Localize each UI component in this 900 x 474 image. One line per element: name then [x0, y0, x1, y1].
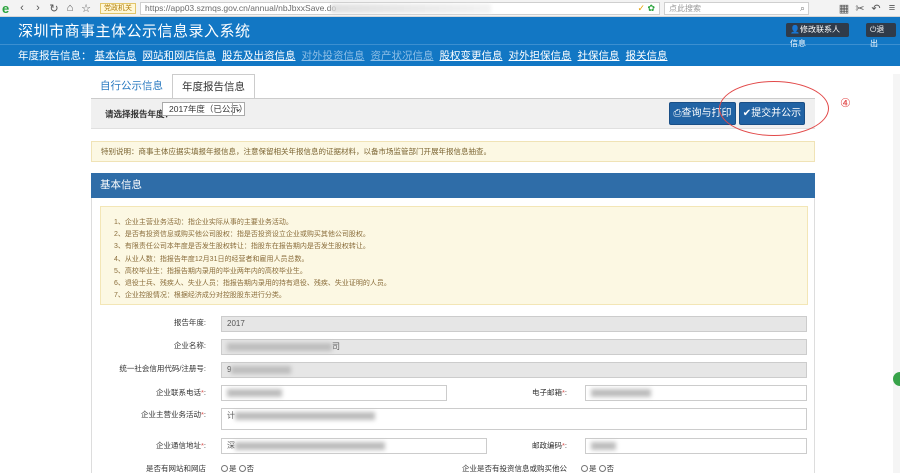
browser-toolbar: e ‹ › ↻ ⌂ ☆ 党政机关 https://app03.szmqs.gov…	[0, 0, 900, 17]
notes-box: 1、企业主营业务活动：指企业实际从事的主要业务活动。 2、是否有投资信息或购买他…	[100, 206, 808, 305]
email-input[interactable]	[585, 385, 807, 401]
company-name-label: 企业名称:	[173, 341, 206, 350]
nav-asset-info[interactable]: 资产状况信息	[371, 48, 434, 63]
browser-search-input[interactable]: 点此搜索 ⌕	[664, 1, 809, 15]
bookmark-icon[interactable]: ✓	[637, 3, 645, 14]
address-label: 企业通信地址*:	[155, 441, 206, 450]
redacted-block	[235, 411, 375, 420]
redacted-block	[227, 342, 332, 351]
url-text: https://app03.szmqs.gov.cn/annual/nbJbxx…	[145, 3, 337, 13]
email-label: 电子邮箱*:	[531, 388, 567, 397]
note-item: 7、企业控股情况：根据经济成分对控股股东进行分类。	[114, 292, 286, 300]
nav-shareholder-info[interactable]: 股东及出资信息	[222, 48, 296, 63]
redacted-block	[227, 388, 282, 397]
redacted-block	[591, 388, 651, 397]
nav-investment-info[interactable]: 对外投资信息	[302, 48, 365, 63]
nav-website-info[interactable]: 网站和网店信息	[143, 48, 217, 63]
note-item: 5、高校毕业生：指报告期内录用的毕业两年内的高校毕业生。	[114, 267, 307, 275]
tab-self-info[interactable]: 自行公示信息	[91, 74, 172, 98]
phone-input[interactable]	[221, 385, 447, 401]
browser-logo-icon: e	[2, 0, 10, 16]
annotation-marker: ④	[840, 96, 851, 110]
nav-guarantee-info[interactable]: 对外担保信息	[509, 48, 572, 63]
chevron-down-icon: ⌄	[232, 103, 244, 115]
cut-icon[interactable]: ✂	[852, 0, 868, 17]
address-bar[interactable]: https://app03.szmqs.gov.cn/annual/nbJbxx…	[140, 1, 660, 15]
website-no-radio[interactable]	[238, 465, 246, 472]
website-label: 是否有网站和网店	[146, 464, 206, 473]
reload-icon[interactable]: ↻	[46, 0, 62, 17]
company-name-field: 司	[221, 339, 807, 355]
menu-icon[interactable]: ≡	[884, 0, 900, 17]
note-item: 1、企业主营业务活动：指企业实际从事的主要业务活动。	[114, 219, 293, 226]
annotation-circle	[719, 81, 829, 136]
postcode-input[interactable]	[585, 438, 807, 454]
note-item: 6、退役士兵、残疾人、失业人员：指报告期内录用的持有退役、残疾、失业证明的人员。	[114, 280, 391, 288]
redacted-block	[235, 441, 385, 450]
redacted-block	[591, 441, 616, 450]
investment-no-radio[interactable]	[598, 465, 606, 472]
security-icon: ✿	[647, 2, 655, 13]
website-yes-radio[interactable]	[221, 465, 228, 472]
nav-basic-info[interactable]: 基本信息	[95, 48, 137, 63]
note-item: 2、是否有投资信息或购买他公司股权：指是否投资设立企业或购买其他公司股权。	[114, 231, 370, 239]
investment-label: 企业是否有投资信息或购买他公	[462, 464, 567, 473]
secure-badge: 党政机关	[100, 2, 136, 14]
app-header: 深圳市商事主体公示信息录入系统 👤修改联系人信息 ⏻退出	[0, 17, 900, 48]
redacted-block	[231, 365, 292, 374]
printer-icon: ⎙	[673, 108, 682, 119]
edit-contact-button[interactable]: 👤修改联系人信息	[786, 23, 849, 48]
site-title: 深圳市商事主体公示信息录入系统	[18, 23, 251, 40]
special-notice: 特别说明：商事主体应据实填报年报信息，注意保留相关年报信息的证据材料，以备市场监…	[91, 141, 815, 162]
grid-icon[interactable]: ▦	[836, 0, 852, 17]
report-year-field: 2017	[221, 316, 807, 332]
nav-customs-info[interactable]: 报关信息	[626, 48, 668, 63]
phone-label: 企业联系电话*:	[155, 388, 206, 397]
year-toolbar: 请选择报告年度： 2017年度（已公示） ⌄ ⎙查询与打印 ✔提交并公示	[91, 99, 815, 129]
favorite-icon[interactable]: ☆	[78, 0, 94, 17]
nav-label: 年度报告信息：	[18, 50, 92, 62]
business-label: 企业主营业务活动*:	[140, 410, 206, 419]
website-radio-group: 是 否	[221, 463, 254, 474]
floating-helper-icon[interactable]	[893, 372, 900, 386]
undo-icon[interactable]: ↶	[868, 0, 884, 17]
search-icon[interactable]: ⌕	[800, 3, 805, 14]
main-tabs: 自行公示信息 年度报告信息	[91, 74, 255, 99]
address-input[interactable]: 深	[221, 438, 487, 454]
forward-icon[interactable]: ›	[30, 0, 46, 17]
logout-button[interactable]: ⏻退出	[866, 23, 896, 48]
home-icon[interactable]: ⌂	[62, 0, 78, 17]
nav-equity-change-info[interactable]: 股权变更信息	[440, 48, 503, 63]
search-placeholder: 点此搜索	[669, 3, 701, 13]
postcode-label: 邮政编码*:	[531, 441, 567, 450]
report-nav: 年度报告信息： 基本信息 网站和网店信息 股东及出资信息 对外投资信息 资产状况…	[0, 44, 900, 66]
report-year-label: 报告年度:	[173, 318, 206, 327]
nav-social-security-info[interactable]: 社保信息	[578, 48, 620, 63]
basic-info-panel: 1、企业主营业务活动：指企业实际从事的主要业务活动。 2、是否有投资信息或购买他…	[91, 198, 815, 473]
note-item: 4、从业人数：指报告年度12月31日的经营者和雇用人员总数。	[114, 255, 309, 263]
panel-title: 基本信息	[91, 173, 815, 198]
credit-code-label: 统一社会信用代码/注册号:	[119, 364, 206, 373]
credit-code-field: 9	[221, 362, 807, 378]
year-select[interactable]: 2017年度（已公示） ⌄	[162, 102, 247, 116]
note-item: 3、有限责任公司本年度是否发生股权转让：指股东在报告期内是否发生股权转让。	[114, 243, 370, 251]
investment-yes-radio[interactable]	[581, 465, 588, 472]
back-icon[interactable]: ‹	[14, 0, 30, 17]
investment-radio-group: 是 否	[581, 463, 614, 474]
page-scrollbar[interactable]	[893, 74, 900, 473]
url-blur	[331, 3, 491, 13]
tab-annual-report[interactable]: 年度报告信息	[172, 74, 255, 99]
user-icon: 👤	[790, 25, 800, 34]
business-textarea[interactable]: 计	[221, 408, 807, 430]
